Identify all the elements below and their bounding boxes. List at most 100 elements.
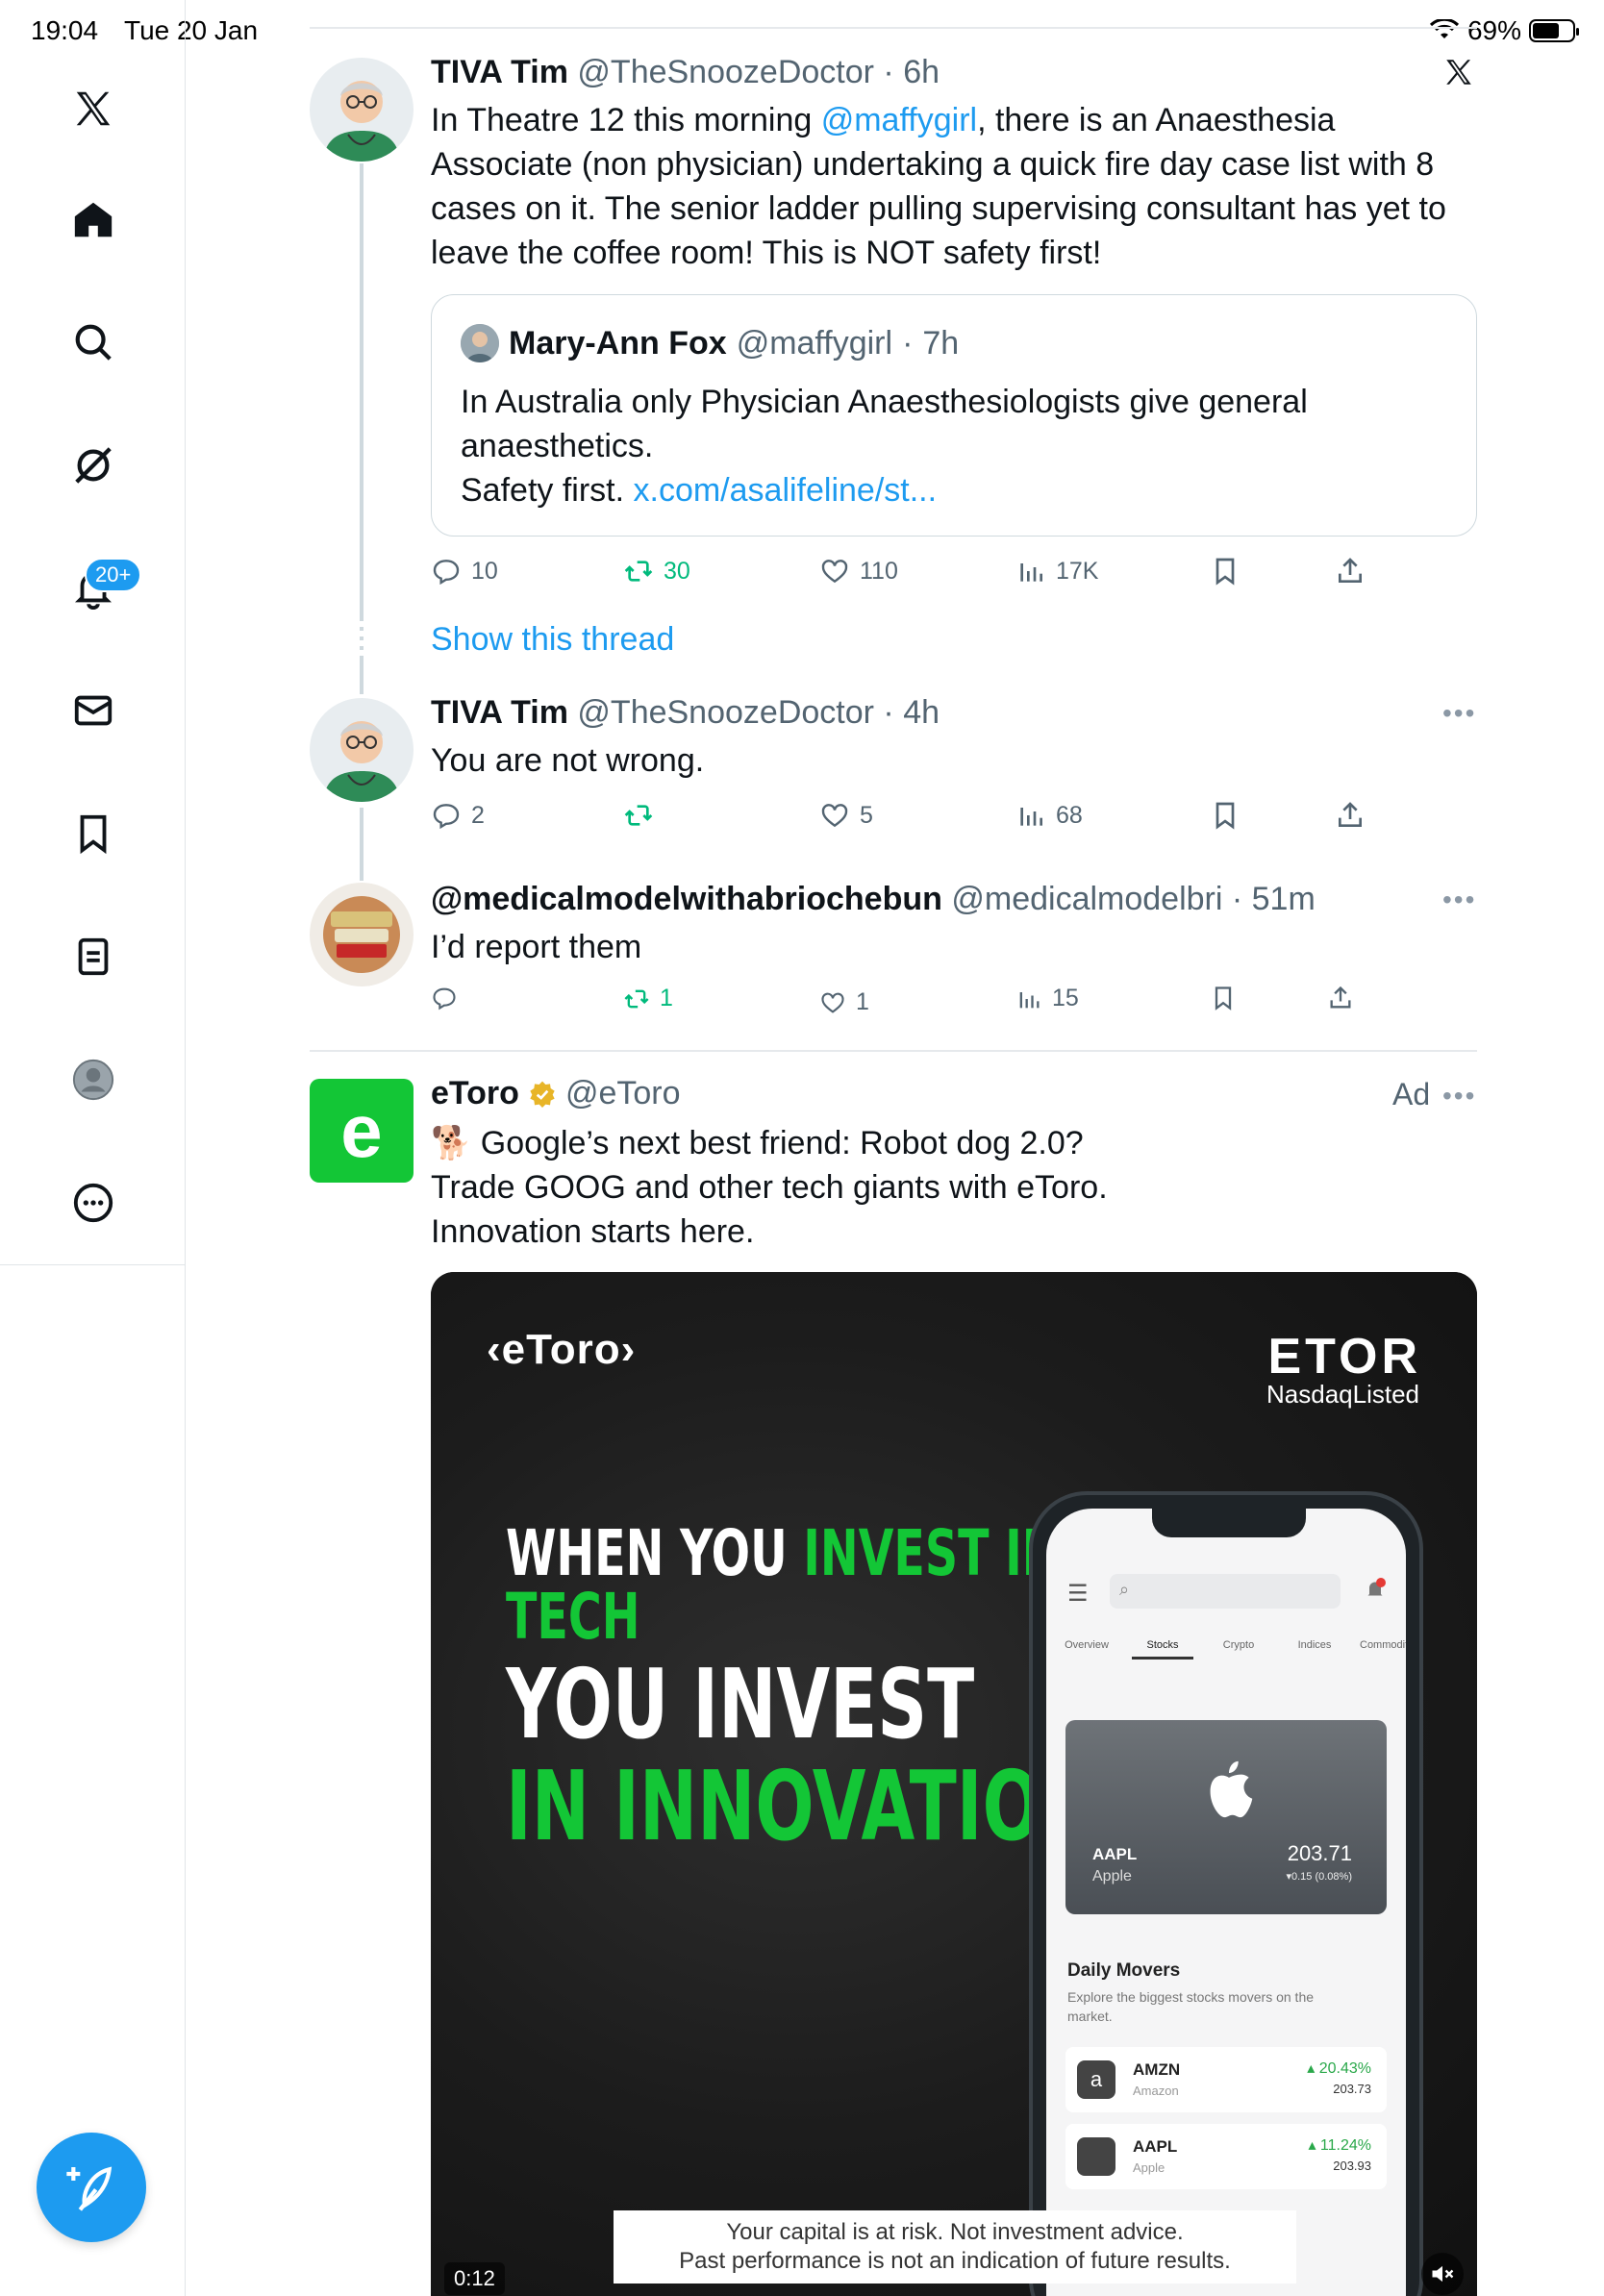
tweet-actions: 2 5 68 — [431, 800, 1392, 838]
thread-connector — [360, 808, 363, 881]
quote-handle: @maffygirl — [736, 324, 893, 362]
retweet-button[interactable] — [623, 800, 664, 831]
ad-label: Ad — [1392, 1077, 1431, 1111]
handle[interactable]: @TheSnoozeDoctor — [577, 54, 874, 90]
bookmark-icon — [1216, 802, 1235, 830]
mention-link[interactable]: @maffygirl — [821, 102, 977, 138]
search-icon[interactable] — [0, 299, 186, 386]
heart-icon — [821, 560, 848, 584]
mover-row: a AMZN Amazon ▴ 20.43% 203.73 — [1065, 2047, 1387, 2112]
battery-percent: 69% — [1466, 15, 1521, 45]
avatar[interactable] — [310, 698, 414, 802]
bookmark-button[interactable] — [1210, 985, 1237, 1011]
movers-title: Daily Movers — [1067, 1960, 1181, 1981]
show-thread-link[interactable]: Show this thread — [431, 621, 674, 659]
ad-video[interactable]: ‹eToro› ETOR NasdaqListed WHEN YOU INVES… — [431, 1272, 1477, 2296]
share-button[interactable] — [1335, 800, 1366, 831]
movers-subtitle: Explore the biggest stocks movers on the… — [1067, 1989, 1315, 2024]
bookmarks-icon[interactable] — [0, 790, 186, 877]
reply-icon — [433, 987, 456, 1011]
profile-avatar-icon[interactable] — [0, 1036, 186, 1123]
stock-card: AAPL Apple 203.71 ▾0.15 (0.08%) — [1065, 1720, 1387, 1914]
app-bell-icon — [1367, 1578, 1386, 1596]
display-name[interactable]: @medicalmodelwithabriochebun — [431, 881, 942, 917]
reply-button[interactable] — [431, 985, 467, 1011]
reply-button[interactable]: 2 — [431, 800, 485, 831]
more-options-icon[interactable]: ••• — [1442, 1081, 1476, 1111]
etoro-avatar[interactable]: e — [310, 1079, 414, 1183]
handle[interactable]: @eToro — [565, 1075, 681, 1112]
reply-button[interactable]: 10 — [431, 556, 498, 586]
tweet-header: TIVA Tim @TheSnoozeDoctor · 6h — [431, 54, 940, 90]
ad-disclaimer: Your capital is at risk. Not investment … — [614, 2210, 1296, 2284]
etoro-logo: ‹eToro› — [487, 1326, 637, 1373]
notifications-badge: 20+ — [85, 558, 142, 592]
video-timer: 0:12 — [444, 2262, 505, 2295]
share-button[interactable] — [1335, 556, 1366, 586]
reply-icon — [433, 804, 460, 830]
like-button[interactable]: 1 — [819, 988, 869, 1016]
quote-tweet[interactable]: Mary-Ann Fox @maffygirl · 7h In Australia … — [431, 294, 1477, 537]
thread-connector — [360, 163, 363, 617]
tweet-text: In Theatre 12 this morning @maffygirl, t… — [431, 102, 1446, 271]
retweet-button[interactable]: 1 — [623, 985, 673, 1012]
apple-logo-icon — [1210, 1760, 1253, 1818]
speaker-muted-icon — [1432, 2265, 1454, 2283]
lists-icon[interactable] — [0, 913, 186, 1000]
retweet-icon — [624, 561, 653, 582]
home-icon[interactable] — [0, 177, 186, 263]
share-icon — [1339, 802, 1362, 827]
avatar[interactable] — [310, 58, 414, 162]
views-button[interactable]: 17K — [1015, 556, 1098, 586]
more-options-icon[interactable]: ••• — [1442, 885, 1476, 915]
quote-text: In Australia only Physician Anaesthesiol… — [461, 384, 1308, 509]
like-button[interactable]: 110 — [819, 556, 898, 586]
quote-avatar — [461, 324, 499, 362]
hamburger-menu-icon: ☰ — [1067, 1581, 1089, 1607]
tweet-header: TIVA Tim @TheSnoozeDoctor · 4h — [431, 694, 940, 731]
grok-icon[interactable] — [0, 422, 186, 509]
like-button[interactable]: 5 — [819, 800, 873, 831]
divider — [310, 1050, 1477, 1052]
sidebar — [0, 0, 186, 1265]
views-button[interactable]: 15 — [1015, 985, 1079, 1012]
avatar[interactable] — [310, 883, 414, 986]
more-circle-icon[interactable] — [0, 1160, 186, 1246]
share-icon — [1339, 558, 1362, 583]
retweet-button[interactable]: 30 — [623, 556, 690, 586]
timestamp[interactable]: 51m — [1252, 881, 1316, 917]
mute-button[interactable] — [1421, 2253, 1464, 2295]
x-logo-icon[interactable] — [0, 65, 186, 152]
reply-icon — [433, 560, 460, 586]
handle[interactable]: @TheSnoozeDoctor — [577, 694, 874, 731]
retweet-icon — [624, 805, 653, 826]
bookmark-button[interactable] — [1210, 800, 1241, 831]
quote-timestamp: 7h — [922, 324, 960, 362]
tweet-actions: 10 30 110 17K — [431, 556, 1392, 594]
wifi-icon — [1429, 19, 1460, 38]
ticker-label: ETOR — [1267, 1329, 1421, 1385]
messages-envelope-icon[interactable] — [0, 667, 186, 754]
quote-link[interactable]: x.com/asalifeline/st... — [634, 472, 938, 509]
timestamp[interactable]: 4h — [903, 694, 940, 731]
bookmark-button[interactable] — [1210, 556, 1241, 586]
bookmark-icon — [1215, 986, 1232, 1011]
views-icon — [1020, 563, 1042, 582]
display-name[interactable]: eToro — [431, 1075, 519, 1112]
heart-icon — [821, 992, 844, 1013]
timestamp[interactable]: 6h — [903, 54, 940, 90]
thread-connector — [360, 656, 363, 694]
display-name[interactable]: TIVA Tim — [431, 54, 568, 90]
phone-mockup: ☰ ⌕ Overview Stocks Crypto Indices Commo… — [1029, 1491, 1423, 2296]
status-bar: 19:04 Tue 20 Jan 69% — [0, 0, 1604, 60]
display-name[interactable]: TIVA Tim — [431, 694, 568, 731]
handle[interactable]: @medicalmodelbri — [951, 881, 1222, 917]
compose-post-button[interactable] — [37, 2133, 146, 2242]
app-tabs: Overview Stocks Crypto Indices Commoditi… — [1056, 1639, 1406, 1660]
share-button[interactable] — [1327, 985, 1354, 1011]
views-button[interactable]: 68 — [1015, 800, 1083, 831]
retweet-icon — [624, 989, 649, 1008]
more-options-icon[interactable]: ••• — [1442, 698, 1476, 729]
tweet-actions: 1 1 15 — [431, 985, 1392, 1023]
thread-connector-dotted — [360, 617, 363, 656]
